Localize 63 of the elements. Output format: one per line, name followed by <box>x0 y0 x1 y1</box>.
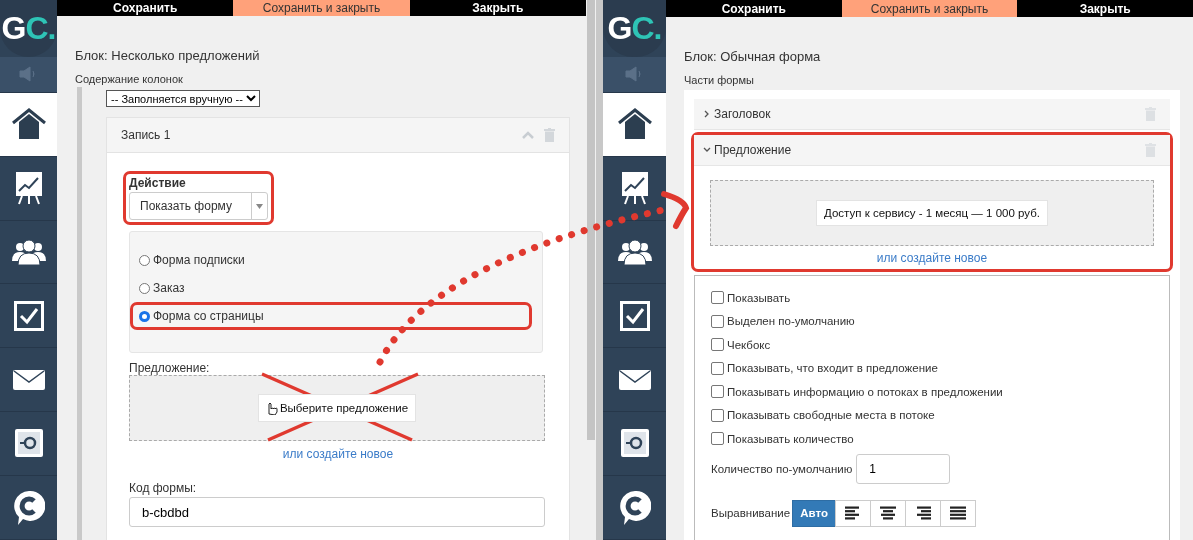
scrollbar[interactable] <box>596 0 603 540</box>
hand-pointer-icon <box>265 401 278 415</box>
radio-option[interactable]: Заказ <box>139 279 519 297</box>
quantity-label: Количество по-умолчанию <box>711 462 853 475</box>
checkbox-option[interactable]: Показывать количество <box>711 427 1153 451</box>
people-icon <box>11 239 46 265</box>
chevron-right-icon <box>703 110 711 118</box>
action-label: Действие <box>129 176 187 190</box>
choose-offer-button[interactable]: Выберите предложение <box>257 394 417 422</box>
record-title: Запись 1 <box>121 128 171 142</box>
checkbox-option[interactable]: Чекбокс <box>711 333 1153 357</box>
checkbox-option[interactable]: Показывать <box>711 286 1153 310</box>
chart-board-icon <box>14 171 43 206</box>
align-left-button[interactable] <box>835 499 872 527</box>
quantity-input[interactable]: 1 <box>856 453 951 484</box>
align-center-button[interactable] <box>870 499 907 527</box>
source-select[interactable]: -- Заполняется вручную -- <box>106 90 260 107</box>
create-new-link[interactable]: или создайте новое <box>129 447 547 461</box>
offer-button[interactable]: Доступ к сервису - 1 месяц — 1 000 руб. <box>816 200 1048 226</box>
checkbox-icon <box>619 300 650 331</box>
logo[interactable]: GC. <box>603 0 666 57</box>
radio-option[interactable]: Форма подписки <box>139 251 519 269</box>
radio-option[interactable]: Форма со страницы <box>139 307 519 325</box>
caret-icon <box>256 203 263 209</box>
checkbox-icon <box>13 300 44 331</box>
mail-icon <box>12 369 45 390</box>
align-right-button[interactable] <box>905 499 942 527</box>
block-title: Блок: Обычная форма <box>684 49 822 64</box>
save-and-close-button[interactable]: Сохранить и закрыть <box>233 0 410 16</box>
section-label: Части формы <box>684 74 755 86</box>
form-code-input[interactable]: b-cbdbd <box>129 497 545 527</box>
save-and-close-button[interactable]: Сохранить и закрыть <box>841 0 1018 17</box>
people-icon <box>617 239 652 265</box>
align-center-icon <box>879 506 898 520</box>
safe-icon <box>619 427 650 460</box>
chart-board-icon <box>620 171 649 206</box>
sidebar-item[interactable] <box>603 92 666 157</box>
auto-align-button[interactable]: Авто <box>792 499 837 527</box>
form-code-label: Код формы: <box>129 481 198 495</box>
part-header[interactable]: Предложение <box>694 135 1170 166</box>
block-title: Блок: Несколько предложений <box>75 48 261 63</box>
part-header[interactable]: Заголовок <box>694 99 1170 130</box>
chat-bubble-icon <box>618 489 651 526</box>
align-justify-button[interactable] <box>940 499 977 527</box>
action-select[interactable]: Показать форму <box>129 192 268 220</box>
checkbox-option[interactable]: Показывать информацию о потоках в предложении <box>711 380 1153 404</box>
home-icon <box>617 108 652 141</box>
align-right-icon <box>914 506 933 520</box>
safe-icon <box>13 427 44 460</box>
checkbox-option[interactable]: Показывать, что входит в предложение <box>711 356 1153 380</box>
chevron-down-icon <box>703 146 711 154</box>
section-label: Содержание колонок <box>75 73 184 85</box>
offer-label: Предложение: <box>129 361 211 375</box>
checkbox-option[interactable]: Выделен по-умолчанию <box>711 309 1153 333</box>
mail-icon <box>618 369 651 390</box>
alignment-label: Выравнивание <box>711 507 791 519</box>
logo[interactable]: GC. <box>0 0 57 57</box>
sidebar-item[interactable] <box>0 92 57 157</box>
create-new-link[interactable]: или создайте новое <box>710 251 1154 265</box>
chat-bubble-icon <box>12 489 45 526</box>
home-icon <box>11 108 46 141</box>
checkbox-option[interactable]: Показывать свободные места в потоке <box>711 403 1153 427</box>
align-justify-icon <box>949 506 968 520</box>
